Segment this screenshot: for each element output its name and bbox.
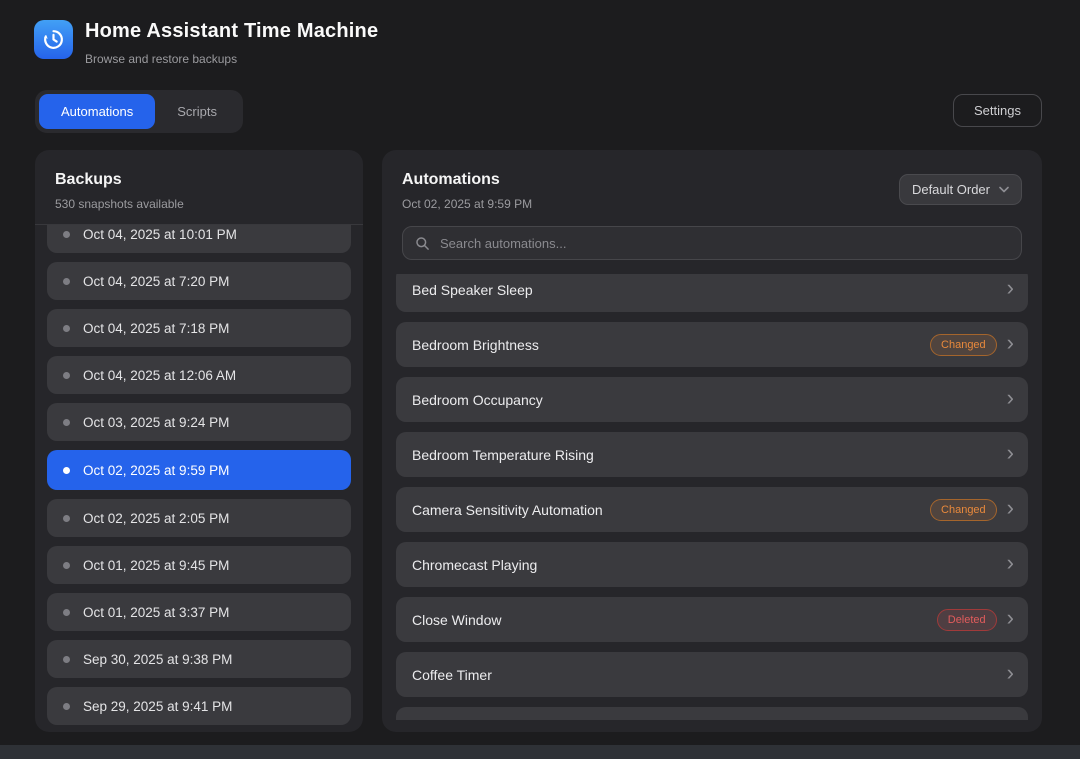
bullet-dot-icon: [63, 372, 70, 379]
bullet-dot-icon: [63, 419, 70, 426]
page-subtitle: Browse and restore backups: [85, 52, 378, 66]
tab-scripts[interactable]: Scripts: [155, 94, 239, 129]
backup-item[interactable]: Sep 29, 2025 at 9:41 PM: [47, 687, 351, 725]
backup-item[interactable]: Oct 01, 2025 at 9:45 PM: [47, 546, 351, 584]
automation-name: Bed Speaker Sleep: [412, 282, 1007, 298]
backup-item[interactable]: Oct 02, 2025 at 2:05 PM: [47, 499, 351, 537]
sort-order-label: Default Order: [912, 182, 990, 197]
chevron-right-icon: ›: [1007, 607, 1014, 629]
page-title: Home Assistant Time Machine: [85, 20, 378, 43]
bullet-dot-icon: [63, 325, 70, 332]
backup-item-label: Oct 04, 2025 at 7:18 PM: [83, 321, 229, 336]
bottom-bar: [0, 745, 1080, 759]
backups-count: 530 snapshots available: [55, 197, 343, 211]
backup-item-label: Oct 01, 2025 at 3:37 PM: [83, 605, 229, 620]
bullet-dot-icon: [63, 609, 70, 616]
backup-item[interactable]: Oct 03, 2025 at 9:24 PM: [47, 403, 351, 441]
automation-row[interactable]: Connect Headphones Google TV ›: [396, 707, 1028, 720]
bullet-dot-icon: [63, 562, 70, 569]
chevron-right-icon: ›: [1007, 442, 1014, 464]
search-box: [402, 226, 1022, 260]
automation-row[interactable]: Bedroom Occupancy ›: [396, 377, 1028, 422]
automation-list[interactable]: Bed Speaker Sleep › Bedroom Brightness C…: [382, 274, 1042, 720]
backup-item[interactable]: Oct 04, 2025 at 12:06 AM: [47, 356, 351, 394]
backup-item-label: Oct 02, 2025 at 2:05 PM: [83, 511, 229, 526]
automation-name: Bedroom Temperature Rising: [412, 447, 1007, 463]
automation-row[interactable]: Chromecast Playing ›: [396, 542, 1028, 587]
chevron-right-icon: ›: [1007, 662, 1014, 684]
automation-name: Coffee Timer: [412, 667, 1007, 683]
tab-group: Automations Scripts: [35, 90, 243, 133]
backups-title: Backups: [55, 171, 343, 189]
backup-item-label: Oct 04, 2025 at 12:06 AM: [83, 368, 236, 383]
backup-item[interactable]: Oct 04, 2025 at 7:20 PM: [47, 262, 351, 300]
chevron-right-icon: ›: [1007, 552, 1014, 574]
automation-name: Camera Sensitivity Automation: [412, 502, 930, 518]
chevron-right-icon: ›: [1007, 717, 1014, 721]
backup-item[interactable]: Oct 01, 2025 at 3:37 PM: [47, 593, 351, 631]
bullet-dot-icon: [63, 467, 70, 474]
automation-row[interactable]: Bedroom Temperature Rising ›: [396, 432, 1028, 477]
bullet-dot-icon: [63, 278, 70, 285]
automations-panel-header: Automations Oct 02, 2025 at 9:59 PM Defa…: [382, 150, 1042, 224]
backup-item-label: Oct 01, 2025 at 9:45 PM: [83, 558, 229, 573]
automation-row[interactable]: Bedroom Brightness Changed ›: [396, 322, 1028, 367]
bullet-dot-icon: [63, 656, 70, 663]
backup-item[interactable]: Oct 02, 2025 at 9:59 PM: [47, 450, 351, 490]
chevron-right-icon: ›: [1007, 387, 1014, 409]
automations-panel: Automations Oct 02, 2025 at 9:59 PM Defa…: [382, 150, 1042, 732]
bullet-dot-icon: [63, 703, 70, 710]
backup-list[interactable]: Oct 04, 2025 at 10:01 PM Oct 04, 2025 at…: [35, 224, 363, 732]
status-badge: Changed: [930, 334, 997, 356]
settings-button[interactable]: Settings: [953, 94, 1042, 127]
backups-panel-header: Backups 530 snapshots available: [35, 150, 363, 224]
search-input[interactable]: [440, 236, 1009, 251]
automation-name: Bedroom Occupancy: [412, 392, 1007, 408]
clock-history-icon: [34, 20, 73, 59]
bullet-dot-icon: [63, 231, 70, 238]
backup-item-label: Oct 03, 2025 at 9:24 PM: [83, 415, 229, 430]
backup-item-label: Sep 29, 2025 at 9:41 PM: [83, 699, 232, 714]
app-header: Home Assistant Time Machine Browse and r…: [34, 20, 378, 66]
backups-panel: Backups 530 snapshots available Oct 04, …: [35, 150, 363, 732]
backup-item-label: Oct 04, 2025 at 7:20 PM: [83, 274, 229, 289]
chevron-right-icon: ›: [1007, 332, 1014, 354]
automation-name: Bedroom Brightness: [412, 337, 930, 353]
sort-order-dropdown[interactable]: Default Order: [899, 174, 1022, 205]
tab-automations[interactable]: Automations: [39, 94, 155, 129]
search-icon: [415, 236, 430, 251]
status-badge: Changed: [930, 499, 997, 521]
backup-item-label: Oct 04, 2025 at 10:01 PM: [83, 227, 237, 242]
chevron-right-icon: ›: [1007, 277, 1014, 299]
automation-name: Chromecast Playing: [412, 557, 1007, 573]
status-badge: Deleted: [937, 609, 997, 631]
tabbar-row: Automations Scripts Settings: [35, 90, 1042, 133]
automation-row[interactable]: Close Window Deleted ›: [396, 597, 1028, 642]
automation-row[interactable]: Coffee Timer ›: [396, 652, 1028, 697]
backup-item-label: Sep 30, 2025 at 9:38 PM: [83, 652, 232, 667]
backup-item[interactable]: Sep 30, 2025 at 9:38 PM: [47, 640, 351, 678]
backup-item[interactable]: Oct 04, 2025 at 7:18 PM: [47, 309, 351, 347]
chevron-down-icon: [999, 186, 1009, 193]
backup-item[interactable]: Oct 04, 2025 at 10:01 PM: [47, 224, 351, 253]
bullet-dot-icon: [63, 515, 70, 522]
backup-item-label: Oct 02, 2025 at 9:59 PM: [83, 463, 229, 478]
automation-row[interactable]: Camera Sensitivity Automation Changed ›: [396, 487, 1028, 532]
automation-name: Close Window: [412, 612, 937, 628]
automation-row[interactable]: Bed Speaker Sleep ›: [396, 274, 1028, 312]
chevron-right-icon: ›: [1007, 497, 1014, 519]
